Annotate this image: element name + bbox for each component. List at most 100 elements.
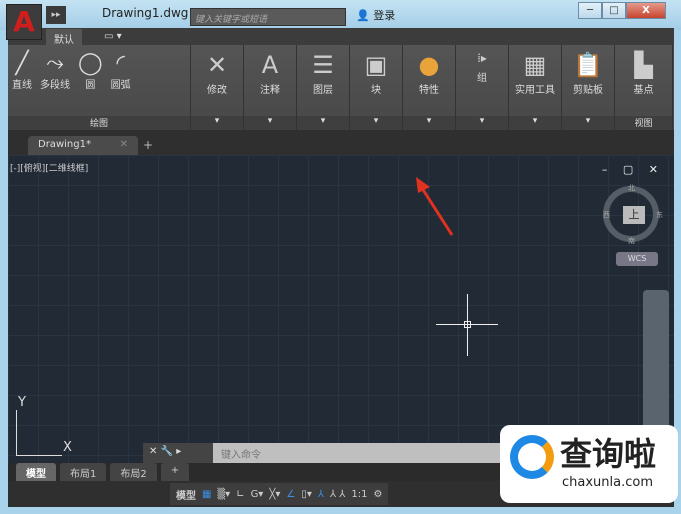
viewport-window-controls[interactable]: – ▢ ✕ [602, 163, 664, 176]
calculator-icon: ▦ [523, 51, 547, 79]
panel-label: 组 [477, 73, 487, 84]
drawing-viewport[interactable]: [-][俯视][二维线框] – ▢ ✕ [8, 155, 674, 463]
window-controls: ─ □ X [578, 2, 666, 20]
close-tab-icon[interactable]: ✕ [120, 139, 128, 150]
modify-icon: ✕ [206, 51, 228, 79]
ribbon-tabs: 默认 ▭ ▾ [8, 28, 674, 46]
panel-label: 特性 [419, 85, 439, 96]
grid-icon[interactable]: ▦ [202, 489, 211, 500]
command-input[interactable]: 键入命令 [213, 446, 261, 461]
crosshair-pickbox [464, 321, 471, 328]
panel-annotate[interactable]: A 注释 ▾ [244, 45, 297, 130]
panel-label: 实用工具 [515, 85, 555, 96]
line-button[interactable]: ╱ 直线 [12, 51, 32, 91]
wcs-menu[interactable]: WCS [616, 252, 658, 266]
tab-layout2[interactable]: 布局2 [110, 463, 157, 481]
compass-south: 南 [628, 237, 635, 245]
document-title: Drawing1.dwg [102, 6, 189, 20]
clipboard-icon: 📋 [573, 51, 603, 79]
command-line-icons[interactable]: ✕ 🔧 ▸ [143, 443, 213, 463]
basepoint-icon: ▙ [634, 51, 653, 79]
tab-label: Drawing1* [38, 139, 91, 150]
ortho-icon[interactable]: ∟ [236, 489, 244, 500]
dropdown-icon: ▾ [191, 116, 243, 130]
panel-clipboard[interactable]: 📋 剪贴板 ▾ [562, 45, 615, 130]
minimize-button[interactable]: ─ [578, 2, 602, 19]
ucs-y-axis [16, 410, 17, 456]
scale-dropdown[interactable]: 1:1 [351, 489, 367, 500]
panel-view[interactable]: ▙ 基点视图 [615, 45, 673, 130]
dropdown-icon: ▾ [350, 116, 402, 130]
polyline-button[interactable]: ⤳ 多段线 [40, 51, 70, 91]
command-line: ✕ 🔧 ▸ 键入命令 [143, 443, 503, 463]
layers-icon: ☰ [312, 51, 334, 79]
viewport-controls-label[interactable]: [-][俯视][二维线框] [10, 161, 88, 174]
navigation-bar[interactable] [643, 290, 669, 430]
group-icon: ⁞▸ [477, 51, 487, 65]
title-bar: ▸▸ Drawing1.dwg 键入关键字或短语 👤 登录 ─ □ X [0, 0, 681, 30]
ribbon: ╱ 直线 ⤳ 多段线 ◯ 圆 ◜ 圆弧 绘图 ✕ 修改 ▾ A 注释 ▾ ☰ 图层 ▾ ▣ 块 ▾ ● 特… [8, 45, 674, 130]
dropdown-icon: ▾ [456, 116, 508, 130]
search-input[interactable]: 键入关键字或短语 [190, 8, 346, 26]
panel-block[interactable]: ▣ 块 ▾ [350, 45, 403, 130]
watermark-name: 查询啦 [560, 435, 657, 473]
block-icon: ▣ [364, 51, 388, 79]
osnap-icon[interactable]: ╳▾ [269, 489, 280, 500]
ucs-x-label: X [63, 440, 72, 455]
ucs-y-label: Y [18, 395, 26, 410]
circle-label: 圆 [85, 80, 96, 91]
dropdown-icon: ▾ [403, 116, 455, 130]
dynamic-ucs-icon[interactable]: ∠ [286, 489, 295, 500]
dropdown-icon: ▾ [509, 116, 561, 130]
panel-layers[interactable]: ☰ 图层 ▾ [297, 45, 350, 130]
panel-properties[interactable]: ● 特性 ▾ [403, 45, 456, 130]
annotation-scale-icon[interactable]: ⅄ ⅄ [330, 489, 345, 500]
watermark-logo: 查询啦 chaxunla.com [500, 425, 678, 503]
settings-icon[interactable]: ⚙ [374, 489, 383, 500]
panel-view-footer[interactable]: 视图 [615, 116, 672, 130]
quick-access-toggle[interactable]: ▸▸ [46, 6, 66, 24]
tab-drawing1[interactable]: Drawing1* ✕ [28, 136, 138, 155]
panel-label: 剪贴板 [573, 85, 603, 96]
dropdown-icon: ▾ [562, 116, 614, 130]
arc-label: 圆弧 [110, 80, 131, 91]
application-menu-button[interactable]: A [6, 4, 42, 40]
polar-icon[interactable]: G▾ [251, 489, 264, 500]
tab-model[interactable]: 模型 [16, 463, 56, 481]
maximize-button[interactable]: □ [602, 2, 626, 19]
snap-icon[interactable]: ▒▾ [217, 489, 230, 500]
panel-label: 基点 [633, 85, 654, 96]
watermark-url: chaxunla.com [562, 475, 653, 490]
panel-group[interactable]: ⁞▸ 组 ▾ [456, 45, 509, 130]
tab-default[interactable]: 默认 [46, 29, 82, 46]
compass-north: 北 [628, 184, 635, 192]
new-tab-button[interactable]: + [143, 138, 153, 152]
close-button[interactable]: X [626, 2, 666, 19]
arc-button[interactable]: ◜ 圆弧 [111, 51, 131, 91]
ucs-x-axis [16, 455, 62, 456]
login-button[interactable]: 👤 登录 [356, 7, 395, 23]
model-space-button[interactable]: 模型 [176, 487, 196, 502]
text-icon: A [261, 51, 279, 79]
compass-east: 东 [656, 211, 663, 219]
panel-utilities[interactable]: ▦ 实用工具 ▾ [509, 45, 562, 130]
panel-modify[interactable]: ✕ 修改 ▾ [191, 45, 244, 130]
viewcube-top-face[interactable]: 上 [623, 206, 645, 224]
line-label: 直线 [12, 80, 32, 91]
document-tabs: Drawing1* ✕ + [8, 130, 674, 155]
watermark-q-icon [510, 435, 554, 479]
add-layout-button[interactable]: + [160, 463, 190, 481]
tab-layout1[interactable]: 布局1 [60, 463, 107, 481]
panel-draw-footer[interactable]: 绘图 [8, 116, 190, 130]
circle-button[interactable]: ◯ 圆 [78, 51, 103, 91]
login-label: 登录 [373, 9, 396, 22]
panel-label: 注释 [260, 85, 280, 96]
panel-label: 块 [371, 85, 381, 96]
annotation-visibility-icon[interactable]: ⅄ [318, 489, 324, 500]
color-wheel-icon: ● [418, 51, 440, 79]
tab-extra[interactable]: ▭ ▾ [96, 29, 130, 45]
dynamic-input-icon[interactable]: ▯▾ [301, 489, 312, 500]
compass-west: 西 [603, 211, 610, 219]
red-arrow-annotation [416, 177, 454, 236]
polyline-label: 多段线 [40, 80, 70, 91]
